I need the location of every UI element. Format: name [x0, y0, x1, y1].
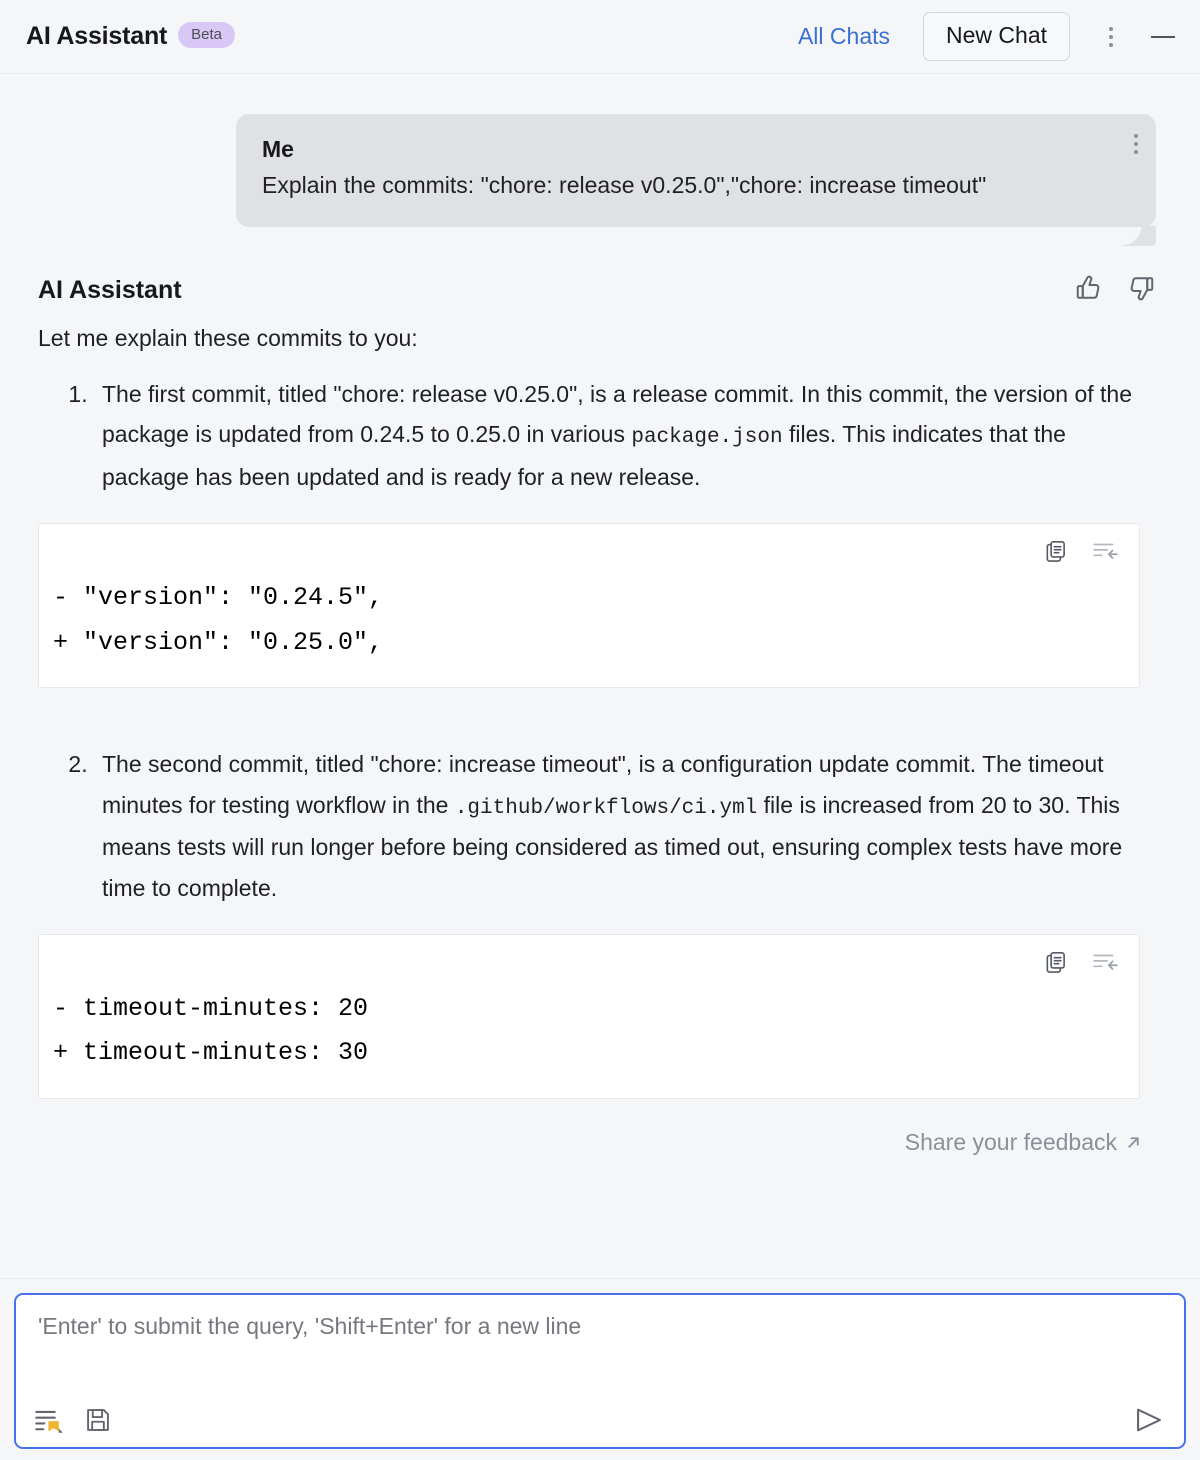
code-block-toolbar: [1043, 949, 1119, 975]
assistant-message-part-two: The second commit, titled "chore: increa…: [0, 688, 1178, 908]
assistant-header-row: AI Assistant: [38, 273, 1156, 308]
assistant-message: AI Assistant Let me explain these commit…: [0, 227, 1178, 497]
list-item: The first commit, titled "chore: release…: [94, 374, 1156, 497]
inline-code: .github/workflows/ci.yml: [454, 796, 758, 820]
user-message-row: Me Explain the commits: "chore: release …: [0, 74, 1178, 228]
user-message-text: Explain the commits: "chore: release v0.…: [262, 172, 987, 198]
code-line: - timeout-minutes: 20: [53, 993, 369, 1023]
code-block: - timeout-minutes: 20 + timeout-minutes:…: [38, 933, 1140, 1099]
copy-icon[interactable]: [1043, 949, 1069, 975]
save-floppy-icon[interactable]: [84, 1406, 112, 1434]
insert-into-editor-icon[interactable]: [1091, 949, 1119, 975]
user-message-author: Me: [262, 136, 294, 162]
all-chats-link[interactable]: All Chats: [798, 23, 890, 50]
more-vertical-icon[interactable]: [1096, 26, 1126, 47]
inline-code: package.json: [631, 426, 783, 450]
composer-area: 'Enter' to submit the query, 'Shift+Ente…: [0, 1278, 1200, 1460]
new-chat-button[interactable]: New Chat: [923, 12, 1070, 61]
code-block: - "version": "0.24.5", + "version": "0.2…: [38, 523, 1140, 689]
thumbs-down-icon[interactable]: [1126, 273, 1156, 308]
explanation-list-continued: The second commit, titled "chore: increa…: [38, 744, 1156, 908]
minimize-icon[interactable]: [1148, 22, 1178, 52]
assistant-name: AI Assistant: [38, 276, 182, 305]
share-feedback-link[interactable]: Share your feedback: [905, 1129, 1142, 1156]
code-line: + timeout-minutes: 30: [53, 1038, 369, 1068]
copy-icon[interactable]: [1043, 538, 1069, 564]
more-vertical-icon[interactable]: [1134, 134, 1138, 154]
send-icon[interactable]: [1132, 1405, 1166, 1435]
feedback-row: Share your feedback: [0, 1099, 1178, 1156]
composer-toolbar: [34, 1405, 1166, 1435]
code-line: - "version": "0.24.5",: [53, 583, 384, 613]
assistant-intro-text: Let me explain these commits to you:: [38, 325, 418, 352]
user-message-bubble: Me Explain the commits: "chore: release …: [236, 114, 1156, 228]
attach-context-icon[interactable]: [34, 1406, 64, 1434]
code-line: + "version": "0.25.0",: [53, 627, 384, 657]
page-title: AI Assistant: [26, 22, 168, 50]
insert-into-editor-icon[interactable]: [1091, 538, 1119, 564]
external-link-arrow-icon: [1128, 1137, 1139, 1148]
app-header: AI Assistant Beta All Chats New Chat: [0, 0, 1200, 74]
thumbs-up-icon[interactable]: [1074, 273, 1104, 308]
explanation-list: The first commit, titled "chore: release…: [38, 374, 1156, 497]
composer-left-tools: [34, 1406, 112, 1434]
code-block-toolbar: [1043, 538, 1119, 564]
list-item: The second commit, titled "chore: increa…: [94, 744, 1156, 908]
chat-thread: Me Explain the commits: "chore: release …: [0, 74, 1200, 1156]
composer-input-box[interactable]: 'Enter' to submit the query, 'Shift+Ente…: [14, 1293, 1186, 1449]
beta-badge: Beta: [178, 21, 236, 48]
share-feedback-label: Share your feedback: [904, 1128, 1117, 1155]
composer-placeholder: 'Enter' to submit the query, 'Shift+Ente…: [38, 1313, 582, 1339]
